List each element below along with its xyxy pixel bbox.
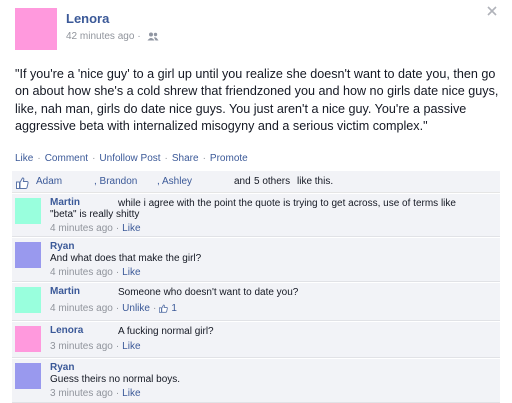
close-icon[interactable] (486, 5, 498, 17)
liker-ashley[interactable]: , Ashley (157, 176, 192, 187)
comment-timestamp[interactable]: 3 minutes ago (50, 341, 113, 352)
comment-unlike-link[interactable]: Unlike (122, 303, 150, 314)
friends-icon[interactable] (147, 32, 159, 41)
comment-like-link[interactable]: Like (122, 341, 140, 352)
comment-link[interactable]: Comment (45, 153, 88, 164)
meta-separator: · (137, 31, 141, 42)
facebook-post: Lenora 42 minutes ago · "If you're a 'ni… (0, 0, 512, 403)
unfollow-post-link[interactable]: Unfollow Post (99, 153, 160, 164)
comment-meta: 4 minutes ago · Like (50, 223, 141, 234)
comment-text-continued: "beta" is really shitty (50, 209, 140, 220)
avatar[interactable] (15, 198, 41, 224)
comment-author[interactable]: Ryan (50, 241, 74, 252)
comment-meta: 3 minutes ago · Like (50, 388, 141, 399)
like-link[interactable]: Like (15, 153, 33, 164)
comment-author[interactable]: Martin (50, 286, 80, 297)
liker-brandon[interactable]: , Brandon (94, 176, 137, 187)
likes-connector: and (234, 176, 251, 187)
thumbs-up-icon[interactable] (159, 304, 169, 313)
comment-meta: 3 minutes ago · Like (50, 341, 141, 352)
comment-meta: 4 minutes ago · Like (50, 267, 141, 278)
comment-text: Someone who doesn't want to date you? (118, 287, 299, 298)
post-actions: Like · Comment · Unfollow Post · Share ·… (15, 153, 248, 164)
author-name[interactable]: Lenora (66, 11, 109, 26)
comment-author[interactable]: Ryan (50, 362, 74, 373)
comment-like-link[interactable]: Like (122, 267, 140, 278)
action-separator: · (164, 153, 168, 164)
likes-summary: Adam , Brandon , Ashley and 5 others lik… (12, 171, 500, 193)
post-timestamp[interactable]: 42 minutes ago (66, 31, 134, 42)
comment-like-link[interactable]: Like (122, 388, 140, 399)
comment-text: while i agree with the point the quote i… (118, 198, 456, 209)
comment-author[interactable]: Lenora (50, 325, 83, 336)
promote-link[interactable]: Promote (210, 153, 248, 164)
comment-item: Lenora A fucking normal girl? 3 minutes … (12, 322, 500, 358)
comment-text: And what does that make the girl? (50, 253, 202, 264)
comment-text: Guess theirs no normal boys. (50, 374, 181, 385)
comment-timestamp[interactable]: 3 minutes ago (50, 388, 113, 399)
comment-meta: 4 minutes ago · Unlike · 1 (50, 303, 177, 314)
comment-timestamp[interactable]: 4 minutes ago (50, 223, 113, 234)
comment-timestamp[interactable]: 4 minutes ago (50, 303, 113, 314)
comment-item: Ryan And what does that make the girl? 4… (12, 238, 500, 282)
comment-like-link[interactable]: Like (122, 223, 140, 234)
comment-like-count[interactable]: 1 (171, 303, 177, 314)
likes-others-link[interactable]: 5 others (254, 176, 290, 187)
avatar[interactable] (15, 287, 41, 313)
comment-author[interactable]: Martin (50, 197, 80, 208)
thumbs-up-icon (16, 176, 29, 189)
liker-adam[interactable]: Adam (36, 176, 62, 187)
share-link[interactable]: Share (172, 153, 199, 164)
author-avatar[interactable] (15, 8, 57, 50)
post-meta: 42 minutes ago · (66, 31, 159, 42)
avatar[interactable] (15, 326, 41, 352)
comment-item: Martin while i agree with the point the … (12, 194, 500, 237)
action-separator: · (92, 153, 96, 164)
comment-item: Ryan Guess theirs no normal boys. 3 minu… (12, 359, 500, 403)
action-separator: · (202, 153, 206, 164)
likes-suffix: like this. (297, 176, 334, 187)
comment-text: A fucking normal girl? (118, 326, 214, 337)
avatar[interactable] (15, 242, 41, 268)
comment-timestamp[interactable]: 4 minutes ago (50, 267, 113, 278)
action-separator: · (37, 153, 41, 164)
comment-item: Martin Someone who doesn't want to date … (12, 283, 500, 321)
avatar[interactable] (15, 363, 41, 389)
post-body-text: "If you're a 'nice guy' to a girl up unt… (15, 67, 499, 134)
